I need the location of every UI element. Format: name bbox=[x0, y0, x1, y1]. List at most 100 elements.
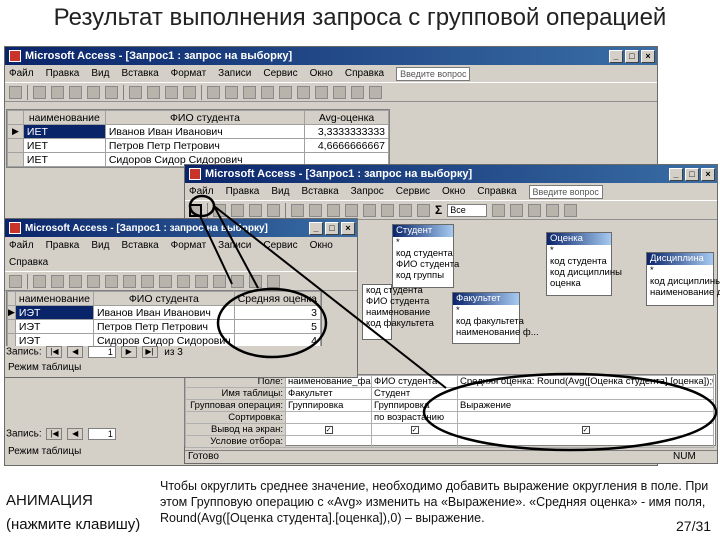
table-field[interactable]: оценка bbox=[547, 278, 611, 289]
close-button[interactable]: × bbox=[641, 49, 655, 63]
menu-item-file[interactable]: Файл bbox=[9, 68, 34, 79]
view-icon[interactable] bbox=[9, 85, 22, 99]
save-icon[interactable] bbox=[33, 85, 46, 99]
qbe-cell[interactable] bbox=[457, 411, 714, 424]
close-button[interactable]: × bbox=[341, 221, 355, 235]
table-field[interactable]: код факультета bbox=[363, 318, 434, 329]
table-field[interactable]: код группы bbox=[393, 270, 453, 281]
table-cell[interactable]: ИЕТ bbox=[22, 138, 106, 153]
menu-item-records[interactable]: Записи bbox=[218, 240, 251, 251]
minimize-button[interactable]: _ bbox=[609, 49, 623, 63]
top-values-dropdown[interactable]: Все bbox=[447, 203, 488, 217]
qbe-cell[interactable]: Выражение bbox=[457, 399, 714, 412]
qbe-cell[interactable]: Студент bbox=[371, 387, 458, 400]
last-record-button[interactable]: ▶| bbox=[141, 346, 158, 358]
filter-icon[interactable] bbox=[213, 274, 226, 288]
database-window-icon[interactable] bbox=[333, 85, 346, 99]
menu-item-help[interactable]: Справка bbox=[477, 186, 516, 197]
table-field[interactable]: код студента bbox=[393, 248, 453, 259]
table-row[interactable]: ▶ ИЕТ Иванов Иван Иванович 3,3333333333 bbox=[7, 124, 389, 139]
undo-icon[interactable] bbox=[159, 274, 172, 288]
qbe-cell[interactable]: ФИО студента bbox=[371, 375, 458, 388]
table-field[interactable]: * bbox=[647, 265, 713, 276]
menu-item-file[interactable]: Файл bbox=[9, 240, 34, 251]
undo-icon[interactable] bbox=[345, 203, 358, 217]
database-window-icon[interactable] bbox=[528, 203, 542, 217]
row-selector-current[interactable]: ▶ bbox=[7, 305, 16, 320]
sort-desc-icon[interactable] bbox=[225, 85, 238, 99]
help-icon[interactable] bbox=[369, 85, 382, 99]
table-box-gruppa[interactable]: код студента ФИО студента наименование к… bbox=[362, 284, 434, 340]
menu-item-edit[interactable]: Правка bbox=[226, 186, 260, 197]
totals-sigma-icon[interactable]: Σ bbox=[435, 203, 442, 217]
menu-item-insert[interactable]: Вставка bbox=[301, 186, 338, 197]
table-box-disciplina[interactable]: Дисциплина * код дисциплины наименование… bbox=[646, 252, 720, 306]
first-record-button[interactable]: |◀ bbox=[46, 428, 63, 440]
delete-record-icon[interactable] bbox=[267, 274, 280, 288]
spelling-icon[interactable] bbox=[267, 203, 280, 217]
delete-record-icon[interactable] bbox=[315, 85, 328, 99]
spelling-icon[interactable] bbox=[105, 85, 118, 99]
column-header[interactable]: наименование bbox=[22, 110, 106, 125]
row-selector[interactable] bbox=[7, 110, 24, 125]
spelling-icon[interactable] bbox=[87, 274, 100, 288]
run-icon[interactable] bbox=[399, 203, 412, 217]
table-cell[interactable]: 3,3333333333 bbox=[304, 124, 389, 139]
table-row[interactable]: ИЭТ Петров Петр Петрович 5 bbox=[7, 319, 322, 334]
menu-item-format[interactable]: Формат bbox=[171, 68, 207, 79]
show-table-icon[interactable] bbox=[417, 203, 430, 217]
table-cell[interactable]: ИЕТ bbox=[22, 152, 106, 167]
menu-item-edit[interactable]: Правка bbox=[46, 68, 80, 79]
menu-item-query[interactable]: Запрос bbox=[351, 186, 384, 197]
record-number-input[interactable]: 1 bbox=[87, 346, 116, 358]
table-field[interactable]: код дисциплины bbox=[547, 267, 622, 278]
qbe-cell[interactable] bbox=[457, 435, 714, 448]
column-header[interactable]: наименование bbox=[14, 291, 94, 306]
menu-item-tools[interactable]: Сервис bbox=[263, 240, 297, 251]
copy-icon[interactable] bbox=[309, 203, 322, 217]
help-icon[interactable] bbox=[564, 203, 578, 217]
preview-icon[interactable] bbox=[87, 85, 100, 99]
row-selector[interactable] bbox=[7, 291, 16, 306]
table-field[interactable]: * bbox=[453, 305, 519, 316]
table-cell[interactable]: 3 bbox=[233, 305, 322, 320]
print-icon[interactable] bbox=[69, 85, 82, 99]
table-field[interactable]: код факультета bbox=[453, 316, 524, 327]
paste-icon[interactable] bbox=[165, 85, 178, 99]
table-cell[interactable]: 4,6666666667 bbox=[304, 138, 389, 153]
view-icon[interactable] bbox=[9, 274, 22, 288]
menu-item-window[interactable]: Окно bbox=[442, 186, 465, 197]
menu-item-view[interactable]: Вид bbox=[91, 240, 109, 251]
qbe-cell[interactable]: Группировка bbox=[285, 399, 372, 412]
table-row[interactable]: ▶ ИЭТ Иванов Иван Иванович 3 bbox=[7, 305, 322, 320]
column-header[interactable]: ФИО студента bbox=[92, 291, 235, 306]
save-icon[interactable] bbox=[213, 203, 226, 217]
table-row[interactable]: ИЕТ Петров Петр Петрович 4,6666666667 bbox=[7, 138, 389, 153]
menu-item-format[interactable]: Формат bbox=[171, 240, 207, 251]
column-header[interactable]: ФИО студента bbox=[104, 110, 306, 125]
show-checkbox[interactable]: ✓ bbox=[581, 426, 590, 434]
close-button[interactable]: × bbox=[701, 167, 715, 181]
row-selector-current[interactable]: ▶ bbox=[7, 124, 24, 139]
table-cell[interactable]: Иванов Иван Иванович bbox=[104, 124, 306, 139]
menu-item-view[interactable]: Вид bbox=[271, 186, 289, 197]
find-icon[interactable] bbox=[279, 85, 292, 99]
sort-desc-icon[interactable] bbox=[195, 274, 208, 288]
redo-icon[interactable] bbox=[363, 203, 376, 217]
cut-icon[interactable] bbox=[129, 85, 142, 99]
row-selector[interactable] bbox=[7, 138, 24, 153]
table-cell[interactable]: ИЭТ bbox=[14, 305, 94, 320]
show-checkbox[interactable]: ✓ bbox=[410, 426, 419, 434]
minimize-button[interactable]: _ bbox=[669, 167, 683, 181]
menu-item-edit[interactable]: Правка bbox=[46, 240, 80, 251]
maximize-button[interactable]: □ bbox=[625, 49, 639, 63]
new-record-icon[interactable] bbox=[297, 85, 310, 99]
table-field[interactable]: наименование д... bbox=[647, 287, 720, 298]
menu-item-window[interactable]: Окно bbox=[310, 68, 333, 79]
copy-icon[interactable] bbox=[147, 85, 160, 99]
show-checkbox[interactable]: ✓ bbox=[324, 426, 333, 434]
build-icon[interactable] bbox=[510, 203, 524, 217]
record-number-input[interactable]: 1 bbox=[87, 428, 116, 440]
sort-asc-icon[interactable] bbox=[207, 85, 220, 99]
sort-asc-icon[interactable] bbox=[177, 274, 190, 288]
